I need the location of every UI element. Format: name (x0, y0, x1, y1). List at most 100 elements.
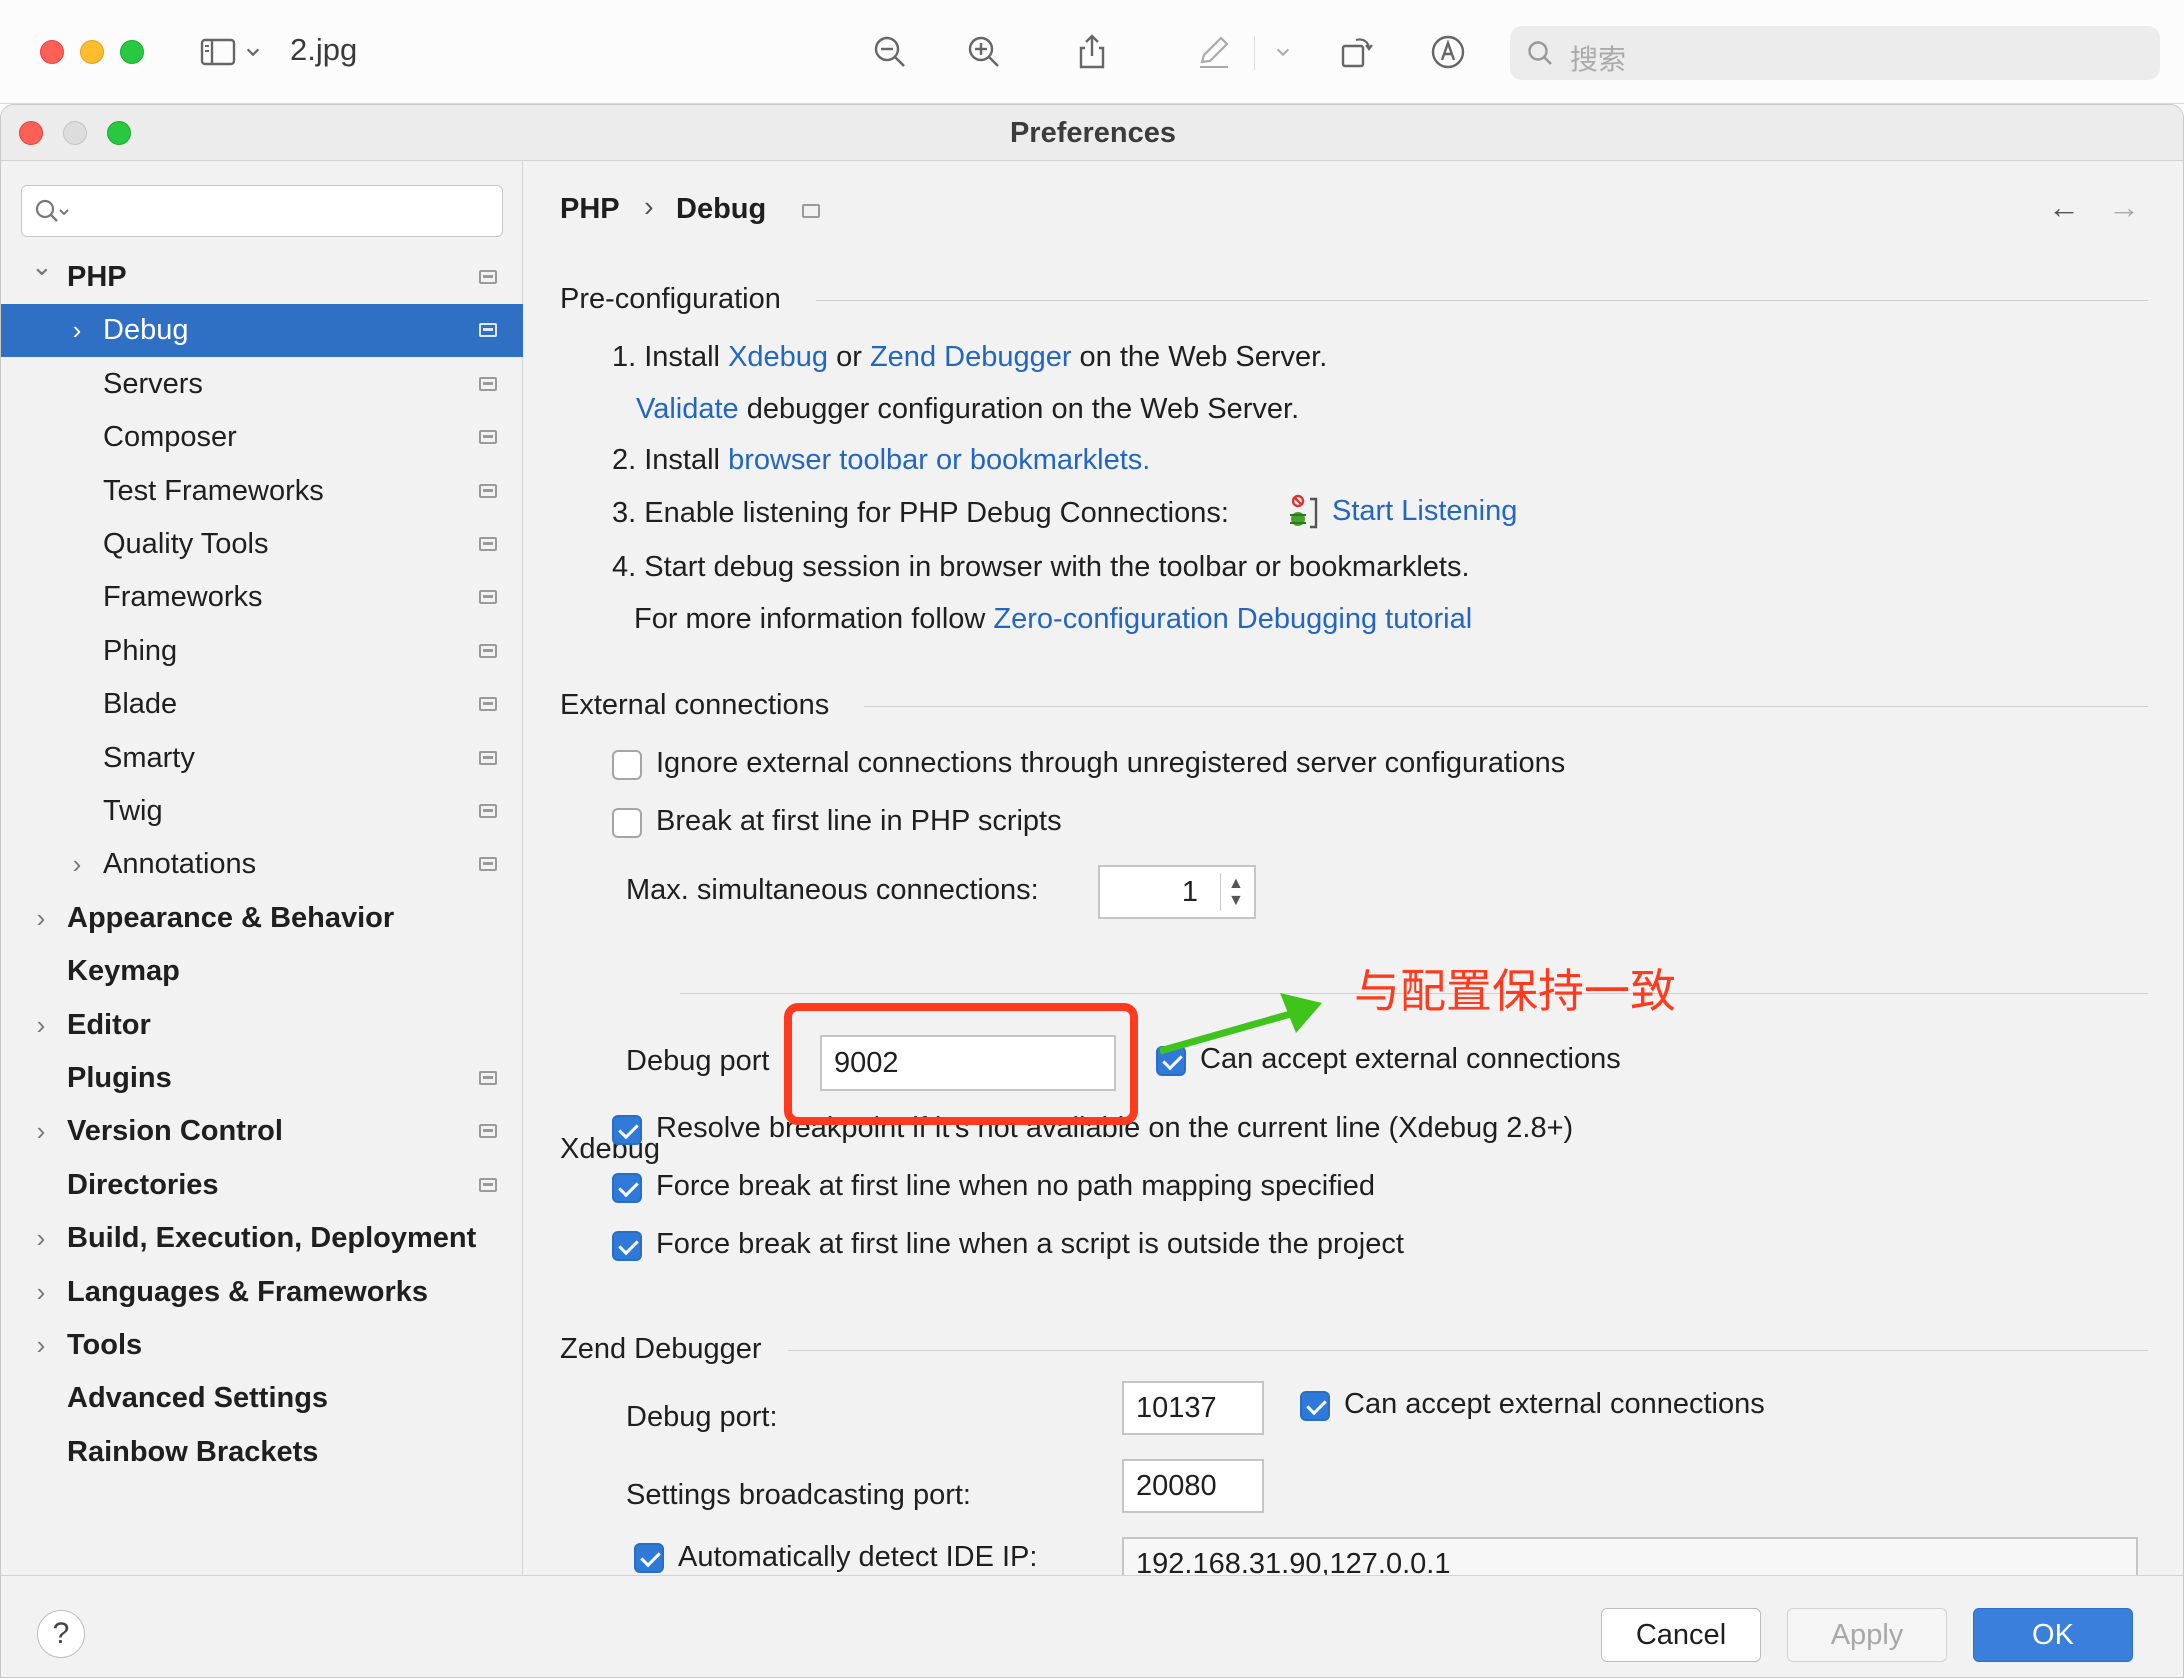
chevron-down-icon[interactable]: ⌄ (31, 251, 53, 282)
sidebar-item-plugins[interactable]: Plugins (1, 1052, 523, 1105)
sidebar-item-annotations[interactable]: › Annotations (1, 838, 523, 891)
help-button[interactable]: ? (37, 1610, 85, 1658)
chevron-right-icon[interactable]: › (31, 1116, 51, 1147)
zend-accept-label: Can accept external connections (1344, 1388, 1765, 1420)
chevron-right-icon[interactable]: › (31, 1277, 51, 1308)
sidebar-item-label: Plugins (67, 1062, 172, 1094)
sidebar-item-appearance-behavior[interactable]: › Appearance & Behavior (1, 892, 523, 945)
sidebar-item-rainbow-brackets[interactable]: Rainbow Brackets (1, 1426, 523, 1479)
browser-toolbar-link[interactable]: browser toolbar or bookmarklets. (728, 444, 1150, 476)
chevron-right-icon[interactable]: › (31, 1223, 51, 1254)
sidebar-item-languages-frameworks[interactable]: › Languages & Frameworks (1, 1266, 523, 1319)
sidebar-item-php[interactable]: ⌄ PHP (1, 251, 523, 304)
dialog-minimize-button (63, 121, 87, 145)
zero-config-tutorial-link[interactable]: Zero-configuration Debugging tutorial (993, 603, 1472, 635)
sidebar-item-build-execution-deployment[interactable]: › Build, Execution, Deployment (1, 1212, 523, 1265)
section-zend-debugger: Zend Debugger (560, 1333, 762, 1365)
start-listening-link[interactable]: Start Listening (1332, 495, 1517, 528)
sidebar-item-twig[interactable]: Twig (1, 785, 523, 838)
search-icon (1528, 41, 1552, 65)
preview-search-field[interactable]: 搜索 (1510, 26, 2160, 80)
project-settings-icon (479, 1124, 497, 1138)
sidebar-item-directories[interactable]: Directories (1, 1159, 523, 1212)
zoom-window-button[interactable] (120, 40, 144, 64)
section-xdebug: Xdebug (560, 1133, 660, 1165)
sidebar-item-version-control[interactable]: › Version Control (1, 1105, 523, 1158)
sidebar-icon[interactable] (194, 28, 242, 76)
zend-port-value: 10137 (1136, 1391, 1217, 1424)
sidebar-item-editor[interactable]: › Editor (1, 999, 523, 1052)
section-preconfiguration: Pre-configuration (560, 283, 781, 315)
breadcrumb-parent[interactable]: PHP (560, 193, 620, 226)
ok-button[interactable]: OK (1973, 1608, 2133, 1662)
sidebar-item-servers[interactable]: Servers (1, 358, 523, 411)
document-filename: 2.jpg (290, 32, 358, 67)
break-first-line-checkbox[interactable] (612, 808, 642, 838)
chevron-right-icon[interactable]: › (31, 1330, 51, 1361)
zoom-in-icon[interactable] (960, 28, 1008, 76)
rotate-icon[interactable] (1332, 28, 1380, 76)
dialog-title: Preferences (1009, 117, 1177, 149)
validate-link[interactable]: Validate (636, 393, 739, 425)
dialog-close-button[interactable] (19, 121, 43, 145)
sidebar-item-composer[interactable]: Composer (1, 411, 523, 464)
cancel-button[interactable]: Cancel (1601, 1608, 1761, 1662)
auto-detect-ip-checkbox[interactable] (634, 1543, 664, 1573)
dialog-zoom-button[interactable] (107, 121, 131, 145)
xdebug-link[interactable]: Xdebug (728, 341, 828, 373)
sidebar-item-smarty[interactable]: Smarty (1, 732, 523, 785)
sidebar-item-label: Composer (103, 421, 237, 453)
chevron-right-icon[interactable]: › (31, 903, 51, 934)
force-break-no-mapping-checkbox[interactable] (612, 1173, 642, 1203)
sidebar-item-label: Advanced Settings (67, 1382, 329, 1414)
sidebar-item-tools[interactable]: › Tools (1, 1319, 523, 1372)
step-3: 3. Enable listening for PHP Debug Connec… (612, 497, 1229, 529)
start-listening-icon[interactable] (1286, 493, 1320, 531)
broadcast-port-value: 20080 (1136, 1469, 1217, 1502)
apply-button[interactable]: Apply (1787, 1608, 1947, 1662)
project-settings-icon (479, 377, 497, 391)
step-1: 1. Install Xdebug or Zend Debugger on th… (612, 341, 1328, 373)
validate-line: Validate debugger configuration on the W… (636, 393, 1300, 425)
sidebar-item-keymap[interactable]: Keymap (1, 945, 523, 998)
markup-pencil-icon[interactable] (1190, 28, 1238, 76)
section-divider (816, 300, 2148, 301)
chevron-right-icon[interactable]: › (67, 315, 87, 346)
sidebar-item-debug[interactable]: › Debug (1, 304, 523, 357)
sidebar-item-label: Tools (67, 1329, 143, 1361)
resolve-breakpoint-checkbox[interactable] (612, 1115, 642, 1145)
minimize-window-button[interactable] (80, 40, 104, 64)
sidebar-item-blade[interactable]: Blade (1, 678, 523, 731)
sidebar-item-label: Servers (103, 368, 203, 400)
ignore-external-checkbox[interactable] (612, 750, 642, 780)
annotate-icon[interactable] (1424, 28, 1472, 76)
close-window-button[interactable] (40, 40, 64, 64)
broadcast-port-input[interactable]: 20080 (1122, 1459, 1264, 1513)
back-arrow-icon[interactable]: ← (2048, 189, 2080, 226)
project-settings-icon (479, 857, 497, 871)
sidebar-item-frameworks[interactable]: Frameworks (1, 571, 523, 624)
zoom-out-icon[interactable] (866, 28, 914, 76)
section-divider (788, 1350, 2148, 1351)
search-icon (35, 199, 69, 222)
sidebar-item-quality-tools[interactable]: Quality Tools (1, 518, 523, 571)
sidebar-item-test-frameworks[interactable]: Test Frameworks (1, 465, 523, 518)
section-external-connections: External connections (560, 689, 830, 721)
stepper-arrows-icon[interactable]: ▲ ▼ (1228, 875, 1244, 909)
zend-port-input[interactable]: 10137 (1122, 1381, 1264, 1435)
chevron-right-icon[interactable]: › (67, 849, 87, 880)
zend-accept-checkbox[interactable] (1300, 1391, 1330, 1421)
dialog-footer: ? Cancel Apply OK (1, 1575, 2183, 1677)
chevron-down-icon[interactable] (240, 28, 266, 76)
share-icon[interactable] (1068, 28, 1116, 76)
sidebar-item-advanced-settings[interactable]: Advanced Settings (1, 1372, 523, 1425)
sidebar-item-phing[interactable]: Phing (1, 625, 523, 678)
project-settings-icon (479, 484, 497, 498)
chevron-down-icon[interactable] (1270, 28, 1296, 76)
settings-search-input[interactable] (21, 185, 503, 237)
forward-arrow-icon[interactable]: → (2108, 189, 2140, 226)
sidebar-item-label: Version Control (67, 1115, 283, 1147)
zend-debugger-link[interactable]: Zend Debugger (870, 341, 1072, 373)
force-break-outside-project-checkbox[interactable] (612, 1231, 642, 1261)
chevron-right-icon[interactable]: › (31, 1010, 51, 1041)
